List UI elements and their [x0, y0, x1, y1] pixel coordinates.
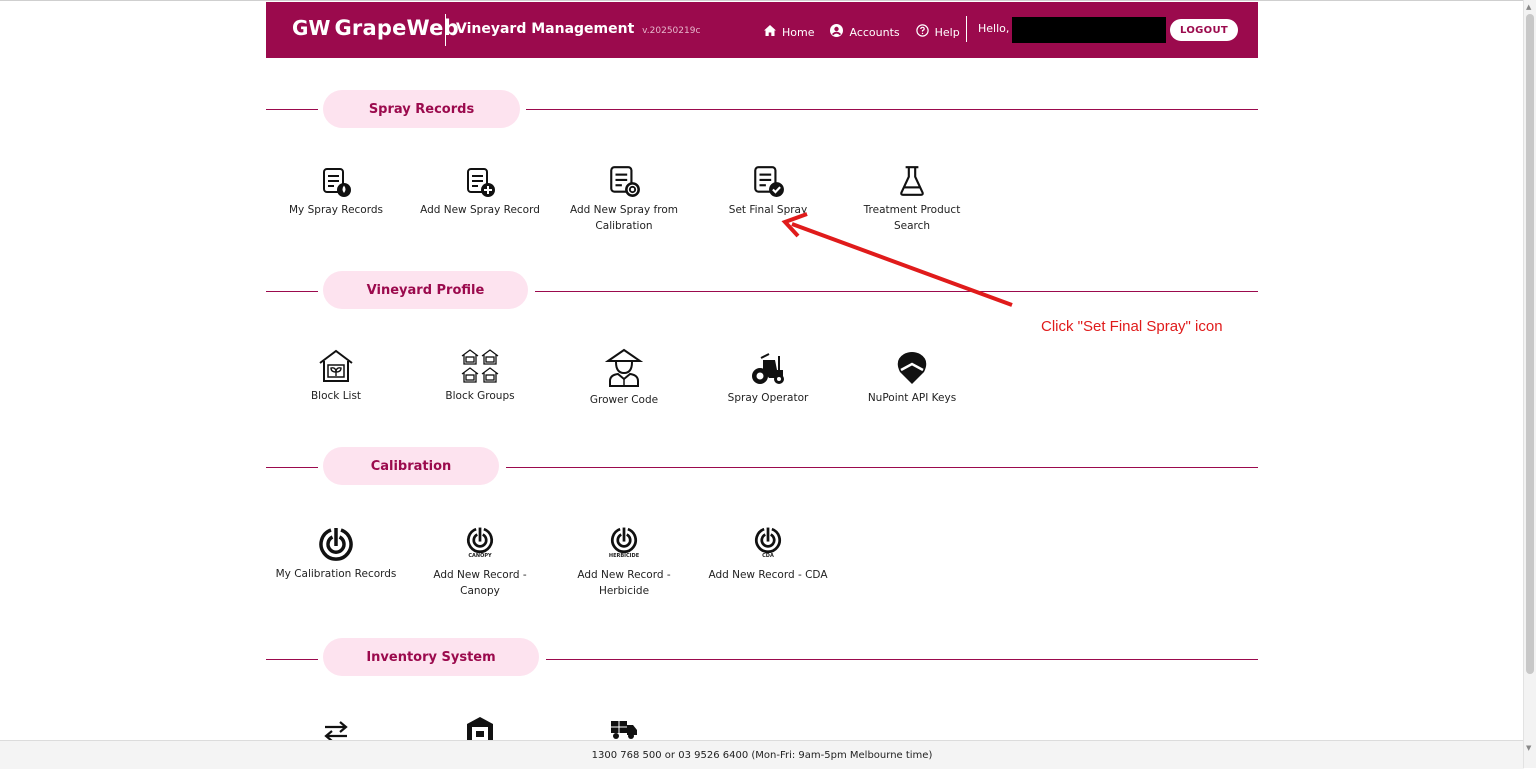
tile-add-new-record-herbicide[interactable]: HERBICIDE Add New Record - Herbicide — [559, 526, 689, 599]
support-footer: 1300 768 500 or 03 9526 6400 (Mon-Fri: 9… — [0, 740, 1524, 769]
tile-add-new-spray-from-calibration[interactable]: Add New Spray from Calibration — [559, 164, 689, 234]
block-groups-icon — [461, 349, 499, 383]
tile-label: My Calibration Records — [275, 568, 397, 580]
tile-set-final-spray[interactable]: Set Final Spray — [703, 164, 833, 218]
tile-inventory-delivery[interactable] — [559, 720, 689, 740]
nav-accounts[interactable]: Accounts — [830, 24, 900, 40]
section-divider-left — [266, 659, 318, 660]
transfer-arrows-icon — [324, 721, 348, 742]
tile-label: My Spray Records — [289, 204, 383, 216]
tile-label: Add New Spray from Calibration — [570, 204, 678, 232]
farmer-icon — [605, 348, 643, 387]
calibration-herbicide-icon — [610, 527, 638, 554]
tile-treatment-product-search[interactable]: Treatment Product Search — [847, 164, 977, 234]
section-divider-right — [506, 467, 1258, 468]
set-final-spray-icon — [754, 166, 784, 197]
nav-help[interactable]: Help — [915, 24, 960, 40]
icon-caption: HERBICIDE — [608, 553, 640, 559]
section-divider-right — [535, 291, 1258, 292]
tile-label: Spray Operator — [727, 392, 809, 404]
scroll-up-icon[interactable]: ▲ — [1526, 3, 1531, 11]
flask-icon — [900, 166, 924, 196]
greenhouse-leaf-icon — [319, 349, 353, 382]
tile-block-list[interactable]: Block List — [271, 348, 401, 404]
tile-label: Add New Spray Record — [420, 204, 540, 216]
logout-button[interactable]: LOGOUT — [1170, 19, 1238, 41]
app-title-text: Vineyard Management — [456, 21, 635, 37]
tile-my-calibration-records[interactable]: My Calibration Records — [271, 526, 401, 582]
nav-home[interactable]: Home — [764, 25, 814, 39]
tile-label: Block List — [310, 390, 362, 402]
header-divider — [445, 14, 446, 46]
user-circle-icon — [830, 24, 844, 40]
calibration-cda-icon — [754, 527, 782, 554]
help-circle-icon — [915, 24, 929, 40]
section-title-calibration: Calibration — [323, 447, 499, 485]
tile-my-spray-records[interactable]: My Spray Records — [271, 166, 401, 218]
section-divider-left — [266, 467, 318, 468]
location-pin-icon — [897, 352, 927, 384]
nav-accounts-label: Accounts — [849, 25, 900, 39]
tile-inventory-transfer[interactable] — [271, 720, 401, 742]
top-nav: Home Accounts Help — [764, 16, 973, 42]
nav-divider — [965, 16, 967, 42]
support-phone-text: 1300 768 500 or 03 9526 6400 (Mon-Fri: 9… — [591, 749, 933, 761]
tractor-icon — [752, 353, 784, 384]
home-icon — [764, 25, 776, 39]
tile-label: Add New Record - CDA — [708, 569, 828, 581]
nav-home-label: Home — [782, 25, 815, 39]
tile-add-new-record-cda[interactable]: CDA Add New Record - CDA — [703, 526, 833, 583]
calibration-gauge-icon — [319, 528, 353, 561]
section-divider-right — [526, 109, 1258, 110]
scrollbar-thumb[interactable] — [1526, 14, 1534, 674]
section-title-vineyard-profile: Vineyard Profile — [323, 271, 528, 309]
section-divider-left — [266, 291, 318, 292]
greeting-text: Hello, — [978, 22, 1010, 35]
page-scrollbar[interactable]: ▲ ▼ — [1523, 0, 1536, 768]
section-divider-left — [266, 109, 318, 110]
annotation-text: Click "Set Final Spray" icon — [1041, 318, 1223, 335]
tile-label: Treatment Product Search — [863, 204, 961, 232]
add-record-icon — [467, 168, 495, 197]
tile-add-new-record-canopy[interactable]: CANOPY Add New Record - Canopy — [415, 526, 545, 599]
window-top-border — [0, 0, 1536, 1]
spray-from-calibration-icon — [610, 166, 640, 197]
grapeweb-logo[interactable]: GW GrapeWeb — [292, 16, 459, 40]
warehouse-icon — [467, 717, 493, 742]
section-title-inventory-system: Inventory System — [323, 638, 539, 676]
calibration-canopy-icon — [466, 527, 494, 554]
icon-caption: CANOPY — [468, 553, 492, 559]
app-version: v.20250219c — [642, 26, 701, 36]
tile-inventory-warehouse[interactable] — [415, 716, 545, 742]
tile-label: Add New Record - Herbicide — [577, 569, 671, 597]
icon-caption: CDA — [762, 553, 774, 559]
tile-label: Add New Record - Canopy — [433, 569, 527, 597]
section-divider-right — [546, 659, 1258, 660]
tile-label: Grower Code — [589, 394, 659, 406]
tile-nupoint-api-keys[interactable]: NuPoint API Keys — [847, 350, 977, 406]
tile-label: Set Final Spray — [728, 204, 808, 216]
delivery-truck-icon — [611, 721, 637, 739]
tile-label: Block Groups — [445, 390, 515, 402]
spray-records-icon — [323, 168, 351, 197]
nav-help-label: Help — [934, 25, 960, 39]
scroll-down-icon[interactable]: ▼ — [1526, 744, 1531, 752]
tile-add-new-spray-record[interactable]: Add New Spray Record — [415, 166, 545, 218]
grapeweb-logo-text: GrapeWeb — [334, 16, 459, 40]
tile-grower-code[interactable]: Grower Code — [559, 348, 689, 408]
section-title-spray-records: Spray Records — [323, 90, 520, 128]
redacted-username — [1012, 17, 1166, 43]
tile-spray-operator[interactable]: Spray Operator — [703, 352, 833, 406]
app-header: GW GrapeWeb Vineyard Management v.202502… — [266, 2, 1258, 58]
grapeweb-logo-mark: GW — [292, 16, 331, 40]
tile-label: NuPoint API Keys — [867, 392, 957, 404]
app-title: Vineyard Management v.20250219c — [456, 21, 700, 37]
tile-block-groups[interactable]: Block Groups — [415, 348, 545, 404]
